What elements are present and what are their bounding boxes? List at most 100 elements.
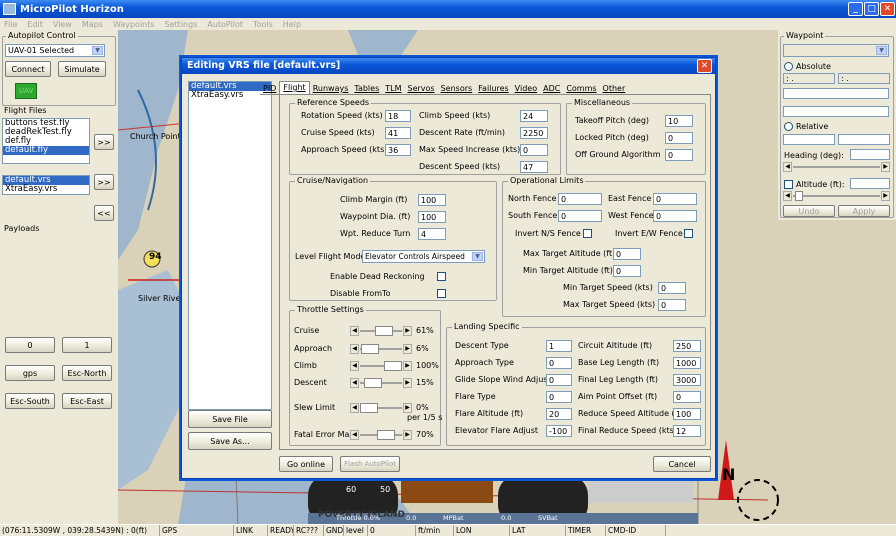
altitude-slider-thumb[interactable] bbox=[795, 191, 803, 201]
chevron-down-icon[interactable]: ▼ bbox=[472, 252, 483, 261]
go-online-button[interactable]: Go online bbox=[279, 456, 333, 472]
absolute-radio[interactable] bbox=[784, 62, 793, 71]
menu-item-edit[interactable]: Edit bbox=[27, 20, 43, 29]
slider-thumb[interactable] bbox=[384, 361, 402, 371]
east-fence-field[interactable]: 0 bbox=[653, 193, 697, 205]
vrs-file-list[interactable]: default.vrs XtraEasy.vrs bbox=[2, 175, 90, 195]
uav-select[interactable]: UAV-01 Selected ▼ bbox=[5, 44, 105, 57]
circuit-altitude-field[interactable]: 250 bbox=[673, 340, 701, 352]
menu-item-autopilot[interactable]: AutoPilot bbox=[207, 20, 243, 29]
climb-margin-field[interactable]: 100 bbox=[418, 194, 446, 206]
left-arrow-icon[interactable]: ◀ bbox=[350, 344, 359, 354]
disable-fromto-checkbox[interactable] bbox=[437, 289, 446, 298]
gps-button[interactable]: gps bbox=[5, 365, 55, 381]
maximize-button[interactable]: □ bbox=[864, 2, 879, 16]
dialog-vrs-item[interactable]: XtraEasy.vrs bbox=[189, 91, 271, 100]
altitude-field[interactable] bbox=[850, 178, 890, 189]
payload-1-button[interactable]: 1 bbox=[62, 337, 112, 353]
abs-field-1[interactable] bbox=[783, 88, 889, 99]
throttle-fatal-error-max-slider[interactable]: ◀ ▶ bbox=[350, 430, 412, 440]
esc-south-button[interactable]: Esc-South bbox=[5, 393, 55, 409]
max-speed-increase-field[interactable]: 0 bbox=[520, 144, 548, 156]
final-leg-field[interactable]: 3000 bbox=[673, 374, 701, 386]
close-button[interactable]: ✕ bbox=[880, 2, 895, 16]
max-target-speed-field[interactable]: 0 bbox=[658, 299, 686, 311]
left-arrow-icon[interactable]: ◀ bbox=[350, 430, 359, 440]
glide-slope-field[interactable]: 0 bbox=[546, 374, 572, 386]
throttle-slew-limit-slider[interactable]: ◀ ▶ bbox=[350, 403, 412, 413]
tab-pid[interactable]: PID bbox=[260, 83, 280, 95]
minimize-button[interactable]: _ bbox=[848, 2, 863, 16]
save-as-button[interactable]: Save As... bbox=[188, 432, 272, 450]
undo-button[interactable]: Undo bbox=[783, 205, 835, 217]
slider-thumb[interactable] bbox=[361, 344, 380, 354]
reduce-speed-altitude-field[interactable]: 100 bbox=[673, 408, 701, 420]
right-arrow-icon[interactable]: ▶ bbox=[403, 326, 412, 336]
final-reduce-speed-field[interactable]: 12 bbox=[673, 425, 701, 437]
base-leg-field[interactable]: 1000 bbox=[673, 357, 701, 369]
rel-field-2[interactable] bbox=[838, 134, 890, 145]
menu-item-help[interactable]: Help bbox=[283, 20, 301, 29]
takeoff-pitch-field[interactable]: 10 bbox=[665, 115, 693, 127]
relative-radio[interactable] bbox=[784, 122, 793, 131]
menu-item-waypoints[interactable]: Waypoints bbox=[113, 20, 155, 29]
altitude-checkbox[interactable] bbox=[784, 180, 793, 189]
rel-field-1[interactable] bbox=[783, 134, 835, 145]
apply-button[interactable]: Apply bbox=[838, 205, 890, 217]
menu-item-file[interactable]: File bbox=[4, 20, 17, 29]
heading-slider[interactable]: ◀ ▶ bbox=[783, 162, 890, 172]
dialog-close-button[interactable]: ✕ bbox=[697, 59, 712, 73]
aim-point-field[interactable]: 0 bbox=[673, 391, 701, 403]
descent-rate-field[interactable]: 2250 bbox=[520, 127, 548, 139]
descent-speed-field[interactable]: 47 bbox=[520, 161, 548, 173]
off-ground-field[interactable]: 0 bbox=[665, 149, 693, 161]
vrs-list[interactable]: default.vrs XtraEasy.vrs bbox=[188, 81, 272, 410]
menu-item-view[interactable]: View bbox=[53, 20, 72, 29]
flare-altitude-field[interactable]: 20 bbox=[546, 408, 572, 420]
locked-pitch-field[interactable]: 0 bbox=[665, 132, 693, 144]
move-right-button[interactable]: >> bbox=[94, 134, 114, 150]
waypoint-dia-field[interactable]: 100 bbox=[418, 211, 446, 223]
save-file-button[interactable]: Save File bbox=[188, 410, 272, 428]
level-flight-mode-select[interactable]: Elevator Controls Airspeed ▼ bbox=[362, 250, 485, 263]
right-arrow-icon[interactable]: ▶ bbox=[403, 403, 412, 413]
wpt-reduce-field[interactable]: 4 bbox=[418, 228, 446, 240]
right-arrow-icon[interactable]: ▶ bbox=[403, 344, 412, 354]
flare-type-field[interactable]: 0 bbox=[546, 391, 572, 403]
move-left-button[interactable]: << bbox=[94, 205, 114, 221]
waypoint-select[interactable]: ▼ bbox=[783, 44, 889, 57]
approach-speed-field[interactable]: 36 bbox=[385, 144, 411, 156]
right-arrow-icon[interactable]: ▶ bbox=[403, 378, 412, 388]
tab-flight[interactable]: Flight bbox=[279, 81, 310, 95]
slider-thumb[interactable] bbox=[360, 403, 378, 413]
dead-reckoning-checkbox[interactable] bbox=[437, 272, 446, 281]
cruise-speed-field[interactable]: 41 bbox=[385, 127, 411, 139]
left-arrow-icon[interactable]: ◀ bbox=[350, 361, 359, 371]
esc-north-button[interactable]: Esc-North bbox=[62, 365, 112, 381]
right-arrow-icon[interactable]: ▶ bbox=[881, 162, 890, 172]
invert-ew-checkbox[interactable] bbox=[684, 229, 693, 238]
throttle-climb-slider[interactable]: ◀ ▶ bbox=[350, 361, 412, 371]
move-right-vrs-button[interactable]: >> bbox=[94, 174, 114, 190]
vrs-file-item[interactable]: XtraEasy.vrs bbox=[3, 185, 89, 194]
heading-field[interactable] bbox=[850, 149, 890, 160]
min-target-altitude-field[interactable]: 0 bbox=[613, 265, 641, 277]
slider-thumb[interactable] bbox=[363, 378, 382, 388]
throttle-approach-slider[interactable]: ◀ ▶ bbox=[350, 344, 412, 354]
slider-thumb[interactable] bbox=[376, 430, 395, 440]
elevator-flare-field[interactable]: -100 bbox=[546, 425, 572, 437]
throttle-descent-slider[interactable]: ◀ ▶ bbox=[350, 378, 412, 388]
menu-item-settings[interactable]: Settings bbox=[165, 20, 198, 29]
left-arrow-icon[interactable]: ◀ bbox=[350, 326, 359, 336]
abs-lat-field[interactable]: : . bbox=[783, 73, 835, 84]
fly-file-item[interactable]: default.fly bbox=[3, 146, 89, 155]
abs-field-2[interactable] bbox=[783, 106, 889, 117]
payload-0-button[interactable]: 0 bbox=[5, 337, 55, 353]
chevron-down-icon[interactable]: ▼ bbox=[876, 46, 887, 55]
menu-item-tools[interactable]: Tools bbox=[253, 20, 273, 29]
throttle-cruise-slider[interactable]: ◀ ▶ bbox=[350, 326, 412, 336]
esc-east-button[interactable]: Esc-East bbox=[62, 393, 112, 409]
slider-thumb[interactable] bbox=[374, 326, 393, 336]
descent-type-field[interactable]: 1 bbox=[546, 340, 572, 352]
altitude-slider[interactable]: ◀ ▶ bbox=[783, 191, 890, 201]
